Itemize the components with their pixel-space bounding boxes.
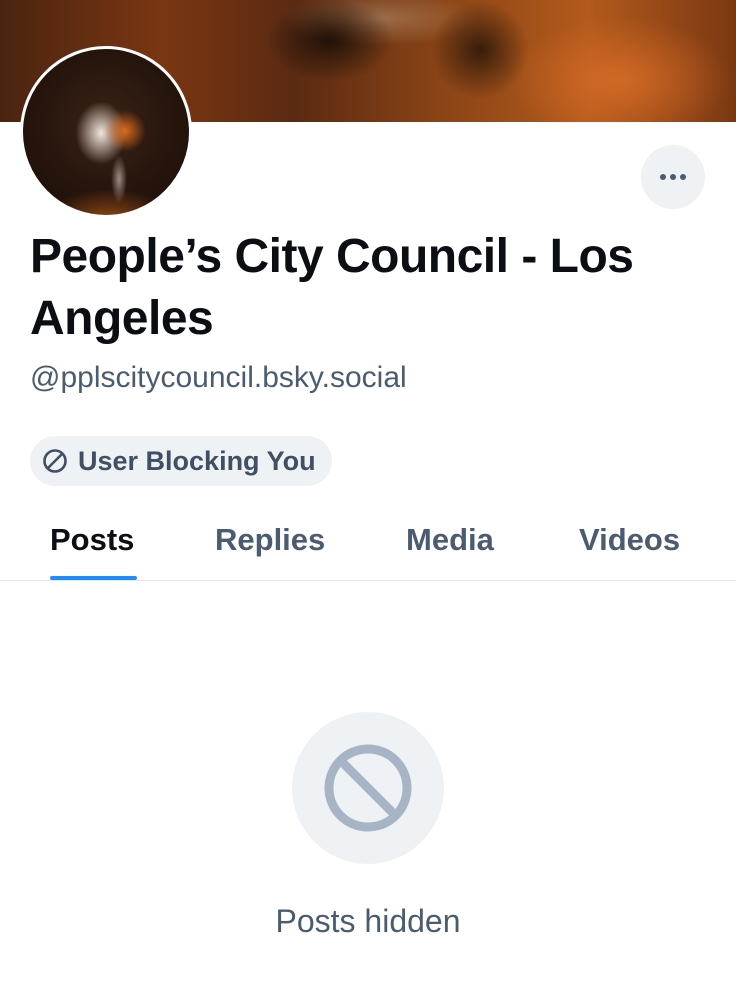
profile-tabs: Posts Replies Media Videos: [0, 500, 736, 581]
profile-display-name: People’s City Council - Los Angeles: [30, 230, 634, 345]
tab-videos[interactable]: Videos: [579, 500, 680, 580]
tab-replies[interactable]: Replies: [215, 500, 325, 580]
empty-state-icon-container: [292, 712, 444, 864]
empty-state-message: Posts hidden: [275, 903, 461, 939]
block-icon: [43, 449, 67, 473]
more-options-button[interactable]: [641, 145, 705, 209]
badge-label: User Blocking You: [78, 445, 316, 476]
profile-handle: @pplscitycouncil.bsky.social: [30, 361, 407, 394]
ellipsis-icon: [660, 174, 686, 180]
avatar[interactable]: [20, 46, 192, 218]
user-blocking-you-badge[interactable]: User Blocking You: [30, 436, 332, 486]
tab-posts[interactable]: Posts: [50, 500, 134, 580]
active-tab-indicator: [50, 576, 137, 580]
tab-media[interactable]: Media: [406, 500, 494, 580]
prohibited-icon: [324, 744, 412, 832]
